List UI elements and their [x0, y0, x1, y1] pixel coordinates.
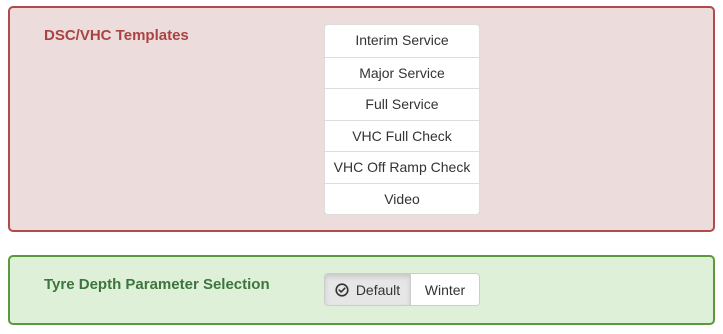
- tyre-depth-toggle-group: Default Winter: [324, 273, 480, 306]
- templates-panel: DSC/VHC Templates Interim Service Major …: [8, 6, 715, 232]
- template-item-interim-service[interactable]: Interim Service: [325, 25, 479, 57]
- tyre-depth-panel: Tyre Depth Parameter Selection Default W…: [8, 255, 715, 325]
- winter-option-label: Winter: [424, 281, 466, 298]
- template-item-full-service[interactable]: Full Service: [325, 88, 479, 120]
- default-option-button[interactable]: Default: [325, 274, 411, 305]
- template-item-vhc-off-ramp-check[interactable]: VHC Off Ramp Check: [325, 151, 479, 183]
- templates-panel-title: DSC/VHC Templates: [44, 27, 189, 44]
- template-item-vhc-full-check[interactable]: VHC Full Check: [325, 119, 479, 152]
- templates-list: Interim Service Major Service Full Servi…: [324, 24, 480, 215]
- default-option-label: Default: [355, 281, 401, 298]
- winter-option-button[interactable]: Winter: [411, 274, 479, 305]
- template-item-video[interactable]: Video: [325, 182, 479, 215]
- check-circle-icon: [335, 282, 349, 297]
- tyre-depth-panel-title: Tyre Depth Parameter Selection: [44, 276, 270, 293]
- template-item-major-service[interactable]: Major Service: [325, 56, 479, 89]
